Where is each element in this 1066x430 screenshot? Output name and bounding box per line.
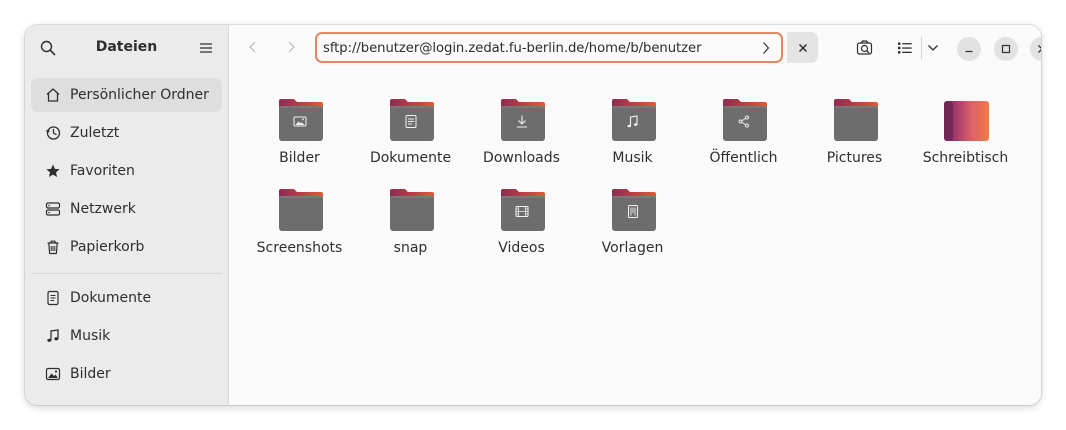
chevron-right-icon[interactable]: [761, 40, 771, 56]
folder-icon: [501, 189, 545, 231]
sidebar-item-label: Papierkorb: [70, 239, 145, 255]
file-item-label: Musik: [612, 150, 653, 166]
minimize-button[interactable]: [957, 37, 981, 61]
location-input[interactable]: [323, 39, 743, 57]
folder-icon: [834, 99, 878, 141]
list-view-icon[interactable]: [896, 39, 914, 57]
sidebar-item-label: Dokumente: [70, 290, 152, 306]
location-bar[interactable]: [315, 32, 783, 63]
file-item-label: Dokumente: [369, 150, 452, 166]
close-icon: [1038, 45, 1041, 53]
file-item-label: snap: [393, 240, 428, 256]
file-item-label: Pictures: [826, 150, 883, 166]
music-icon: [47, 329, 59, 342]
folder-icon: [390, 99, 434, 141]
sidebar-item-label: Persönlicher Ordner: [70, 87, 209, 103]
file-item-label: Bilder: [279, 150, 320, 166]
sidebar: Dateien Persönlicher Ordner Zuletzt Favo…: [25, 25, 229, 405]
sidebar-item-favorites[interactable]: Favoriten: [31, 154, 222, 188]
folder-icon: [390, 189, 434, 231]
close-window-button[interactable]: [1030, 37, 1041, 61]
folder-icon: [279, 189, 323, 231]
folder-icon: [279, 99, 323, 141]
sidebar-item-pictures[interactable]: Bilder: [31, 357, 222, 391]
forward-arrow-icon[interactable]: [283, 39, 299, 55]
folder-icon: [723, 99, 767, 141]
sidebar-item-documents[interactable]: Dokumente: [31, 281, 222, 315]
maximize-icon: [1001, 44, 1011, 54]
folder-icon: [612, 99, 656, 141]
sidebar-item-label: Zuletzt: [70, 125, 120, 141]
app-title: Dateien: [95, 39, 158, 55]
file-item-label: Schreibtisch: [922, 150, 1009, 166]
file-item-label: Öffentlich: [709, 150, 778, 166]
file-manager-window: Dateien Persönlicher Ordner Zuletzt Favo…: [25, 25, 1041, 405]
sidebar-item-music[interactable]: Musik: [31, 319, 222, 353]
folder-icon: [612, 189, 656, 231]
desktop-folder-icon: [944, 101, 989, 141]
clear-location-button[interactable]: [787, 32, 818, 63]
search-folder-icon[interactable]: [856, 39, 874, 57]
sidebar-header: Dateien: [25, 25, 228, 71]
main-area: Bilder Dokumente Downloads Musik Öffentlich P…: [229, 25, 1041, 405]
folder-icon: [501, 99, 545, 141]
sidebar-item-label: Netzwerk: [70, 201, 136, 217]
file-item-label: Screenshots: [256, 240, 343, 256]
minimize-icon: [965, 50, 973, 53]
sidebar-item-label: Musik: [70, 328, 111, 344]
sidebar-separator: [31, 273, 222, 274]
star-icon: [46, 164, 60, 177]
sidebar-item-label: Bilder: [70, 366, 111, 382]
image-icon: [45, 367, 61, 381]
file-item-label: Vorlagen: [601, 240, 664, 256]
hamburger-menu-icon[interactable]: [199, 40, 213, 56]
home-icon: [46, 88, 60, 102]
file-item-label: Videos: [498, 240, 545, 256]
trash-icon: [47, 240, 59, 255]
sidebar-item-network[interactable]: Netzwerk: [31, 192, 222, 226]
sidebar-item-label: Favoriten: [70, 163, 135, 179]
document-icon: [47, 290, 59, 306]
back-arrow-icon[interactable]: [245, 39, 261, 55]
toolbar-separator: [921, 37, 922, 59]
sidebar-item-recent[interactable]: Zuletzt: [31, 116, 222, 150]
maximize-button[interactable]: [994, 37, 1018, 61]
chevron-down-icon[interactable]: [926, 40, 940, 56]
clock-icon: [46, 126, 61, 140]
file-item-label: Downloads: [483, 150, 560, 166]
close-icon: [798, 43, 807, 52]
sidebar-item-trash[interactable]: Papierkorb: [31, 230, 222, 264]
network-icon: [45, 202, 61, 216]
sidebar-item-home[interactable]: Persönlicher Ordner: [31, 78, 222, 112]
